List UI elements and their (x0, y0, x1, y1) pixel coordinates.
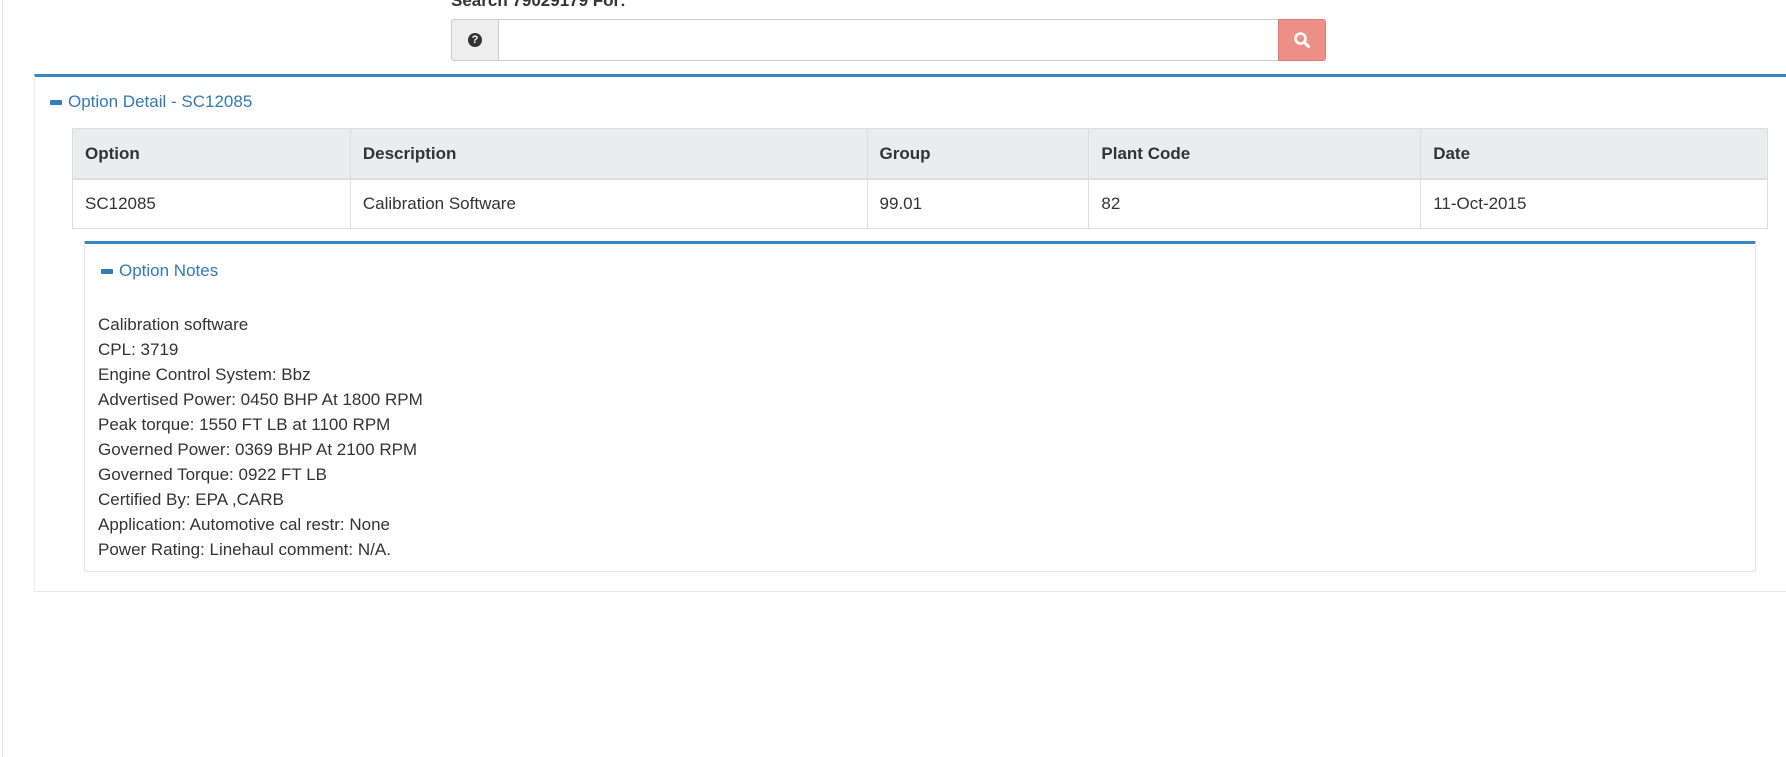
page: Search 79029179 For: ? Option Detail - S… (0, 0, 1786, 757)
option-detail-toggle[interactable]: Option Detail - SC12085 (50, 92, 252, 112)
search-icon (1294, 32, 1310, 48)
note-line: Application: Automotive cal restr: None (98, 515, 390, 534)
left-divider (2, 0, 3, 757)
search-group: ? (451, 19, 1326, 61)
option-notes-panel: Option Notes Calibration software CPL: 3… (84, 241, 1756, 572)
note-line: CPL: 3719 (98, 340, 179, 359)
option-notes-list: Calibration software CPL: 3719 Engine Co… (98, 312, 423, 562)
note-line: Certified By: EPA ,CARB (98, 490, 284, 509)
collapse-minus-icon (50, 99, 62, 105)
note-line: Advertised Power: 0450 BHP At 1800 RPM (98, 390, 423, 409)
help-button[interactable]: ? (451, 19, 498, 61)
cell-description: Calibration Software (349, 179, 868, 229)
search-label: Search 79029179 For: (451, 0, 626, 10)
column-header-date: Date (1420, 128, 1768, 180)
note-line: Engine Control System: Bbz (98, 365, 311, 384)
option-detail-title: Option Detail - SC12085 (68, 92, 253, 111)
cell-date: 11-Oct-2015 (1420, 179, 1768, 229)
column-header-plant-code: Plant Code (1088, 128, 1421, 180)
cell-plant-code: 82 (1088, 179, 1421, 229)
option-detail-table: Option Description Group Plant Code Date… (72, 128, 1768, 229)
column-header-group: Group (866, 128, 1089, 180)
option-notes-toggle[interactable]: Option Notes (101, 261, 218, 281)
question-circle-icon: ? (468, 33, 482, 47)
column-header-option: Option (72, 128, 351, 180)
search-input[interactable] (498, 19, 1278, 61)
option-notes-title: Option Notes (119, 261, 219, 280)
column-header-description: Description (349, 128, 868, 180)
collapse-minus-icon (101, 268, 113, 274)
cell-option: SC12085 (72, 179, 351, 229)
note-line: Power Rating: Linehaul comment: N/A. (98, 540, 391, 559)
note-line: Peak torque: 1550 FT LB at 1100 RPM (98, 415, 391, 434)
note-line: Governed Power: 0369 BHP At 2100 RPM (98, 440, 418, 459)
note-line: Calibration software (98, 315, 249, 334)
search-button[interactable] (1278, 19, 1326, 61)
cell-group: 99.01 (866, 179, 1089, 229)
note-line: Governed Torque: 0922 FT LB (98, 465, 328, 484)
table-row: SC12085 Calibration Software 99.01 82 11… (72, 179, 1768, 229)
table-header-row: Option Description Group Plant Code Date (72, 128, 1768, 180)
